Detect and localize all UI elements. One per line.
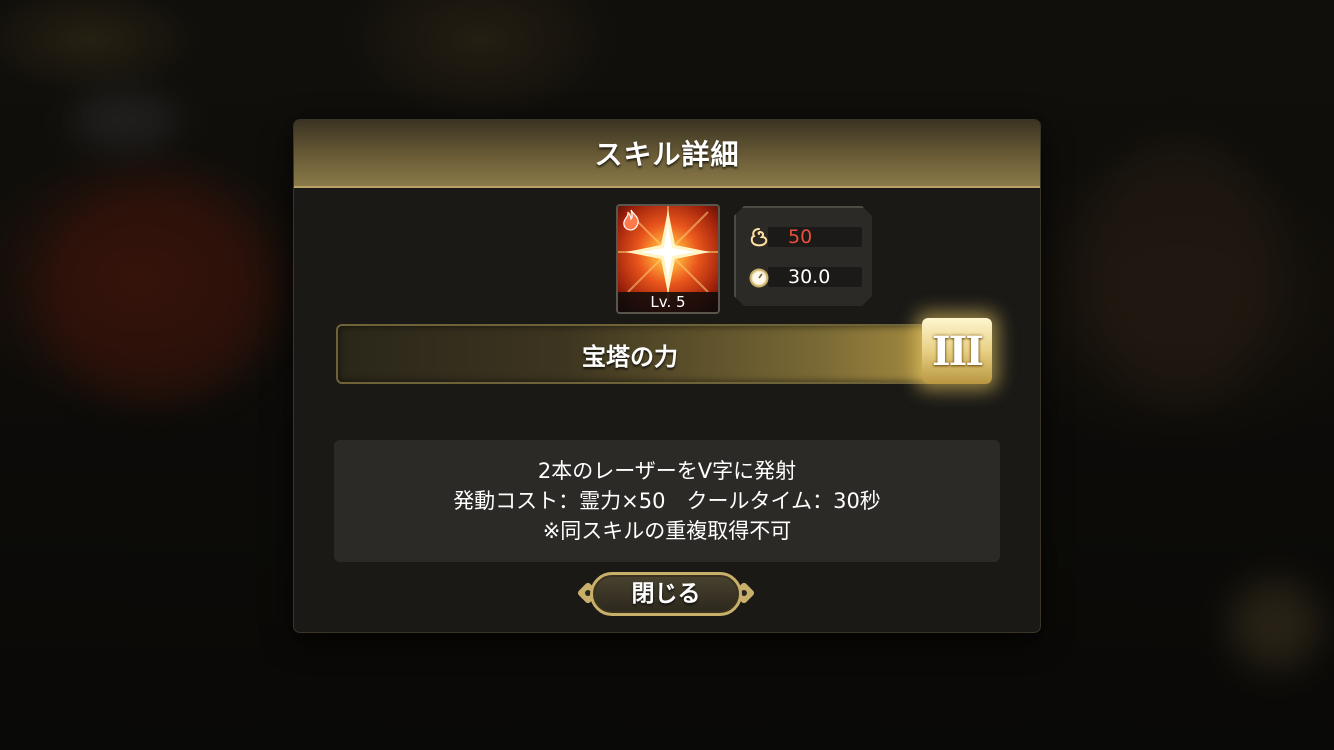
game-screen: スキル詳細 Lv. 5 50 30.0 宝塔の力 III 2本のレーザーをV字に…	[0, 0, 1334, 750]
cost-stat-row: 50	[748, 226, 862, 248]
description-line: 2本のレーザーをV字に発射	[537, 459, 797, 483]
skill-name-bar: 宝塔の力	[336, 324, 984, 384]
cooldown-stat-row: 30.0	[748, 266, 862, 288]
skill-level-label: Lv. 5	[618, 292, 718, 312]
close-button-label: 閉じる	[631, 581, 701, 607]
cost-value: 50	[788, 226, 813, 248]
skill-icon: Lv. 5	[616, 204, 720, 314]
spirit-power-icon	[750, 228, 768, 247]
close-button[interactable]: 閉じる	[576, 570, 756, 618]
dialog-title: スキル詳細	[594, 138, 740, 171]
skill-stats-box: 50 30.0	[734, 206, 872, 306]
description-line: ※同スキルの重複取得不可	[542, 519, 792, 543]
dialog-header: スキル詳細	[294, 120, 1040, 188]
skill-rank-badge: III	[922, 318, 992, 384]
description-line: 発動コスト：霊力×50 クールタイム：30秒	[453, 489, 881, 513]
skill-name: 宝塔の力	[582, 342, 678, 371]
cooldown-value: 30.0	[788, 266, 831, 288]
skill-description-box: 2本のレーザーをV字に発射 発動コスト：霊力×50 クールタイム：30秒 ※同ス…	[334, 440, 1000, 562]
skill-detail-dialog: スキル詳細 Lv. 5 50 30.0 宝塔の力 III 2本のレーザーをV字に…	[294, 120, 1040, 632]
stopwatch-icon	[749, 268, 769, 288]
fire-element-icon	[623, 209, 639, 231]
